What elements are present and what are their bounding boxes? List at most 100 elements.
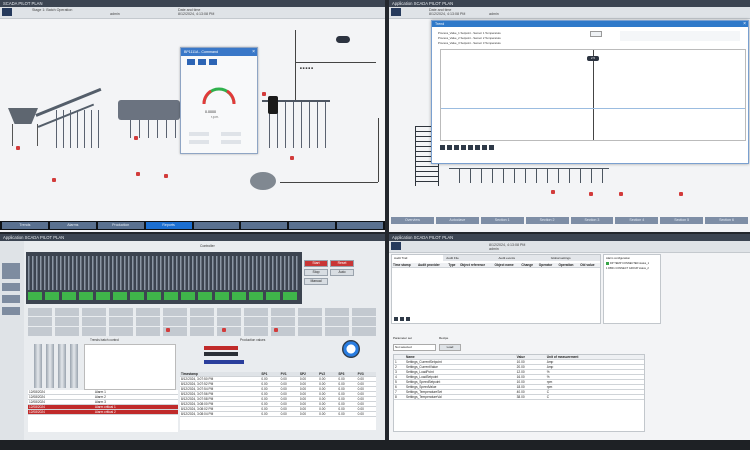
trend-pause-icon[interactable] [447, 145, 452, 150]
trend-pan-icon[interactable] [468, 145, 473, 150]
nav-button-7[interactable] [289, 222, 336, 229]
sidebar-tile-4[interactable] [2, 307, 20, 315]
faceplate-chart-icon[interactable] [198, 59, 206, 65]
nav-section-4[interactable]: Section 4 [615, 217, 659, 224]
tank-cylinder-1[interactable] [34, 344, 42, 388]
alarm-tag-6[interactable] [262, 92, 266, 96]
nav-button-6[interactable] [241, 222, 288, 229]
tank-cylinder-4[interactable] [70, 344, 78, 388]
col-header[interactable]: Audit provider [416, 263, 448, 268]
trend-zoom-in-icon[interactable] [454, 145, 459, 150]
col-header[interactable]: Object name [493, 263, 521, 268]
alarm-tag-3[interactable] [136, 172, 140, 176]
trend-print-icon[interactable] [489, 145, 494, 150]
nav-button-8[interactable] [337, 222, 383, 229]
sidebar-tile-3[interactable] [2, 295, 20, 303]
trend-close-icon[interactable]: × [743, 21, 746, 27]
tab-audit-events[interactable]: Audit events [497, 255, 548, 261]
module-alarm-3[interactable] [274, 328, 278, 332]
nav-section-3[interactable]: Section 3 [570, 217, 614, 224]
faceplate-radio-2[interactable] [221, 132, 241, 136]
faceplate-radio-4[interactable] [221, 140, 241, 144]
col-header[interactable]: Time stamp [392, 263, 417, 268]
faceplate-settings-icon[interactable] [209, 59, 217, 65]
stop-button[interactable]: Stop [304, 269, 328, 276]
sidebar-tile-2[interactable] [2, 283, 20, 291]
col-header[interactable]: Type [447, 263, 459, 268]
tab-audit-file[interactable]: Audit File [444, 255, 495, 261]
trend-dropdown[interactable] [590, 31, 602, 37]
module-button-grid[interactable] [28, 308, 378, 336]
alarm-tag-r4[interactable] [679, 192, 683, 196]
col-header[interactable]: Old value [579, 263, 600, 268]
col-header[interactable]: Object reference [458, 263, 494, 268]
settings-table-wrap[interactable]: Name Value Unit of measurement 1 Settings… [393, 354, 645, 432]
module-alarm-2[interactable] [222, 328, 226, 332]
trend-play-icon[interactable] [440, 145, 445, 150]
alarm-tag-4[interactable] [164, 174, 168, 178]
trend-export-icon[interactable] [482, 145, 487, 150]
col-header[interactable]: Operator [537, 263, 558, 268]
trend-cursor-line[interactable] [593, 50, 594, 140]
mixer-motor[interactable] [268, 96, 278, 114]
hopper-1[interactable] [8, 108, 38, 124]
nav-section-2[interactable]: Section 2 [525, 217, 569, 224]
faceplate-window[interactable]: BP1111A - Command × 0.0000 r.p.m. [180, 47, 258, 154]
audit-refresh-icon[interactable] [394, 317, 398, 321]
table-row[interactable]: 8 Settings_TemperatureVal 38.00 C [394, 394, 644, 400]
alarm-tag-r1[interactable] [551, 190, 555, 194]
alarm-tag-r3[interactable] [619, 192, 623, 196]
nav-overview[interactable]: Overview [391, 217, 434, 224]
tab-global-settings[interactable]: Global settings [549, 255, 600, 261]
alarm-tag-r2[interactable] [589, 192, 593, 196]
trend-mini-chart[interactable] [84, 344, 176, 390]
nav-section-1[interactable]: Section 1 [480, 217, 524, 224]
audit-filter-icon[interactable] [400, 317, 404, 321]
alarm-tag-5[interactable] [290, 156, 294, 160]
reactor-vessel[interactable] [250, 172, 276, 190]
nav-button-4[interactable]: Reports [145, 222, 192, 229]
tank-cylinder-3[interactable] [58, 344, 66, 388]
auto-button[interactable]: Auto [330, 269, 354, 276]
nav-button-1[interactable]: Trends [2, 222, 48, 229]
faceplate-home-icon[interactable] [187, 59, 195, 65]
tab-audit-trail[interactable]: Audit Trail [392, 255, 444, 261]
pipe-v-2 [295, 30, 296, 100]
reset-button[interactable]: Reset [330, 260, 354, 267]
audit-export-icon[interactable] [406, 317, 410, 321]
faceplate-close-icon[interactable]: × [252, 49, 255, 55]
nav-button-5[interactable] [193, 222, 240, 229]
trend-window[interactable]: Trend × Process_Value_1 Setpoint - Senso… [431, 20, 749, 164]
settings-load-button[interactable]: Load [439, 344, 461, 351]
trend-plot-area[interactable]: 2.5 [440, 49, 746, 141]
nav-section-6[interactable]: Section 6 [705, 217, 748, 224]
sidebar-tile-1[interactable] [2, 263, 20, 279]
manual-button[interactable]: Manual [304, 278, 328, 285]
module-alarm-1[interactable] [166, 328, 170, 332]
settings-select[interactable]: Not selected [393, 344, 436, 351]
conveyor-right[interactable] [449, 168, 609, 183]
tank-cylinder-2[interactable] [46, 344, 54, 388]
faceplate-radio-1[interactable] [189, 132, 209, 136]
nav-autoclave[interactable]: Autoclave [435, 217, 479, 224]
audit-side-item-2[interactable]: 1 DB01 CONNECT GROUP status_2 [604, 266, 660, 271]
nav-button-3[interactable]: Production [97, 222, 144, 229]
col-header[interactable]: Change [520, 263, 538, 268]
nav-section-5[interactable]: Section 5 [660, 217, 704, 224]
alarm-list[interactable]: 12/08/2024 Alarm 1 12/08/2024 Alarm 2 12/0… [28, 390, 178, 432]
values-table-wrap[interactable]: Timestamp SP1 PV1 SP2 PV2 SP3 PV3 8/12/2… [180, 372, 376, 430]
faceplate-radio-3[interactable] [189, 140, 209, 144]
nav-button-2[interactable]: Alarms [49, 222, 96, 229]
valve-indicator[interactable] [336, 36, 350, 43]
start-button[interactable]: Start [304, 260, 328, 267]
table-row[interactable]: 8/12/2024, 3:08:04 PM 0.00 0.00 0.00 0.00 0.0… [180, 411, 376, 417]
alarm-tag-1[interactable] [16, 146, 20, 150]
alarm-row-critical[interactable]: 12/08/2024 Alarm critical 2 [28, 409, 178, 415]
alarm-tag-7[interactable] [52, 178, 56, 182]
col-header[interactable]: Operation [557, 263, 580, 268]
trend-zoom-out-icon[interactable] [461, 145, 466, 150]
alarm-tag-2[interactable] [134, 136, 138, 140]
trend-ruler-icon[interactable] [475, 145, 480, 150]
round-gauge[interactable] [342, 340, 360, 358]
mixer-tank[interactable] [118, 100, 180, 120]
